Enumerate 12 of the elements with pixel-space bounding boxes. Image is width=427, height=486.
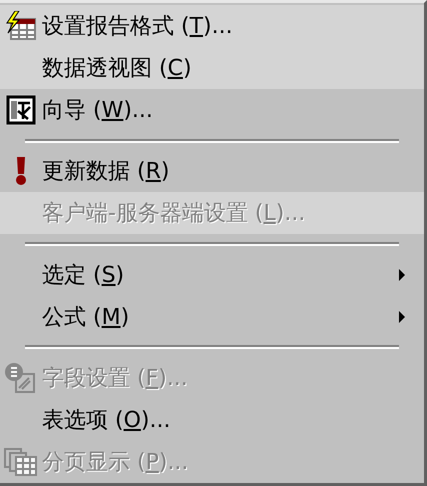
table-lightning-icon <box>5 11 37 41</box>
menu-item[interactable]: 更新数据 (R) <box>0 150 424 192</box>
pages-icon <box>3 446 39 477</box>
menu-item[interactable]: 向导 (W)... <box>0 89 424 131</box>
menu-item[interactable]: 数据透视图 (C) <box>0 47 424 89</box>
menu-item[interactable]: 选定 (S) <box>0 254 424 296</box>
menu-item[interactable]: 表选项 (O)... <box>0 398 424 441</box>
exclamation-icon <box>14 156 28 186</box>
field-settings-icon <box>4 362 38 394</box>
menu-item[interactable]: 公式 (M) <box>0 296 424 338</box>
wizard-icon <box>6 95 36 125</box>
menu-item[interactable]: 设置报告格式 (T)... <box>0 5 424 47</box>
